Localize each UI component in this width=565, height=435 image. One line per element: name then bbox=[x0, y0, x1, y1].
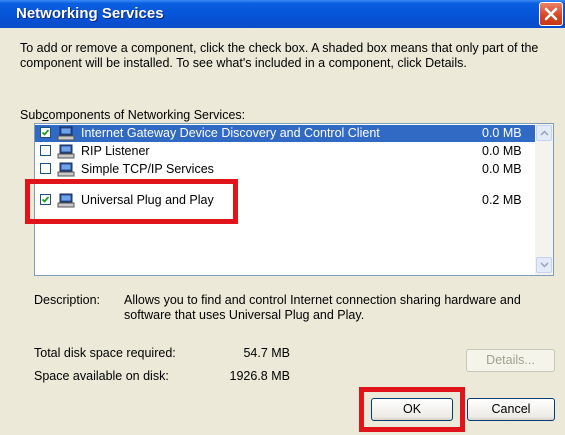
computer-icon bbox=[57, 144, 75, 159]
scroll-down-button[interactable] bbox=[536, 257, 552, 273]
component-size: 0.2 MB bbox=[482, 193, 522, 207]
close-icon bbox=[544, 7, 558, 21]
chevron-down-icon bbox=[540, 262, 549, 268]
disk-available-label: Space available on disk: bbox=[34, 369, 169, 383]
computer-icon bbox=[57, 126, 75, 141]
window-title: Networking Services bbox=[16, 5, 164, 22]
description-label: Description: bbox=[34, 293, 100, 307]
component-name: RIP Listener bbox=[81, 144, 150, 158]
details-button[interactable]: Details... bbox=[466, 349, 555, 372]
cancel-button[interactable]: Cancel bbox=[467, 398, 555, 421]
highlight-ok-button bbox=[359, 387, 465, 432]
scroll-up-button[interactable] bbox=[536, 125, 552, 141]
title-bar[interactable]: Networking Services bbox=[0, 0, 565, 28]
subcomponents-label: Subcomponents of Networking Services: bbox=[20, 108, 245, 122]
vertical-scrollbar[interactable] bbox=[535, 124, 553, 275]
subcomponents-label-rest: omponents of Networking Services: bbox=[48, 108, 246, 122]
intro-text: To add or remove a component, click the … bbox=[20, 41, 539, 70]
checkbox-simple-tcpip[interactable] bbox=[40, 163, 51, 174]
list-item-internet-gateway[interactable]: Internet Gateway Device Discovery and Co… bbox=[35, 125, 535, 142]
disk-required-label: Total disk space required: bbox=[34, 346, 176, 360]
checkbox-internet-gateway[interactable] bbox=[40, 127, 51, 138]
subcomponents-label-prefix: Sub bbox=[20, 108, 43, 122]
checkbox-rip-listener[interactable] bbox=[40, 145, 51, 156]
component-name: Internet Gateway Device Discovery and Co… bbox=[81, 126, 380, 140]
component-name: Simple TCP/IP Services bbox=[81, 162, 214, 176]
computer-icon bbox=[57, 162, 75, 177]
checkmark-icon bbox=[41, 129, 50, 136]
component-size: 0.0 MB bbox=[482, 144, 522, 158]
list-item-rip-listener[interactable]: RIP Listener 0.0 MB bbox=[35, 143, 535, 160]
list-item-simple-tcpip[interactable]: Simple TCP/IP Services 0.0 MB bbox=[35, 161, 535, 178]
highlight-universal-plug-and-play bbox=[25, 179, 238, 224]
disk-required-value: 54.7 MB bbox=[243, 346, 290, 360]
component-size: 0.0 MB bbox=[482, 126, 522, 140]
networking-services-dialog: Networking Services To add or remove a c… bbox=[0, 0, 565, 435]
chevron-up-icon bbox=[540, 130, 549, 136]
close-button[interactable] bbox=[539, 2, 563, 26]
description-text: Allows you to find and control Internet … bbox=[124, 293, 521, 322]
disk-available-value: 1926.8 MB bbox=[229, 369, 290, 383]
component-size: 0.0 MB bbox=[482, 162, 522, 176]
